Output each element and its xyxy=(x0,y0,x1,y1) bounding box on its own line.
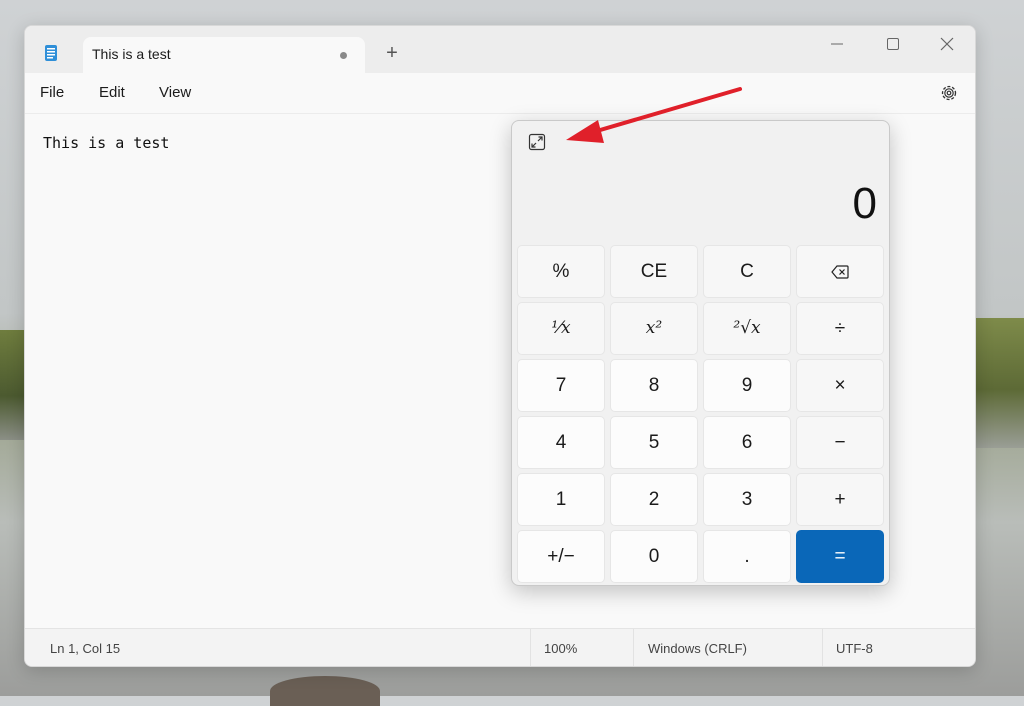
digit-2-button[interactable]: 2 xyxy=(610,473,698,526)
decimal-button[interactable]: . xyxy=(703,530,791,583)
digit-0-button[interactable]: 0 xyxy=(610,530,698,583)
digit-4-button[interactable]: 4 xyxy=(517,416,605,469)
backspace-button[interactable] xyxy=(796,245,884,298)
subtract-button[interactable]: − xyxy=(796,416,884,469)
calculator-display: 0 xyxy=(852,179,877,228)
clear-entry-button[interactable]: CE xyxy=(610,245,698,298)
divide-button[interactable]: ÷ xyxy=(796,302,884,355)
backspace-icon xyxy=(831,265,849,279)
new-tab-button[interactable]: + xyxy=(380,42,404,66)
digit-9-button[interactable]: 9 xyxy=(703,359,791,412)
tab-title: This is a test xyxy=(92,46,171,62)
background-rock xyxy=(270,676,380,706)
status-divider xyxy=(822,629,823,666)
status-divider xyxy=(633,629,634,666)
negate-button[interactable]: +/− xyxy=(517,530,605,583)
title-bar: This is a test + xyxy=(25,26,975,73)
reciprocal-button[interactable]: ¹⁄x xyxy=(517,302,605,355)
gear-icon[interactable] xyxy=(939,83,959,103)
zoom-level: 100% xyxy=(544,641,578,656)
editor-content[interactable]: This is a test xyxy=(43,134,169,152)
clear-button[interactable]: C xyxy=(703,245,791,298)
close-icon[interactable] xyxy=(935,34,959,54)
cursor-position: Ln 1, Col 15 xyxy=(50,641,121,656)
digit-1-button[interactable]: 1 xyxy=(517,473,605,526)
digit-7-button[interactable]: 7 xyxy=(517,359,605,412)
menu-bar: File Edit View xyxy=(25,73,975,113)
notepad-icon xyxy=(45,45,57,61)
tab-document[interactable]: This is a test xyxy=(83,37,365,73)
multiply-button[interactable]: × xyxy=(796,359,884,412)
unsaved-dot-icon[interactable] xyxy=(340,52,347,59)
digit-8-button[interactable]: 8 xyxy=(610,359,698,412)
status-divider xyxy=(530,629,531,666)
percent-button[interactable]: % xyxy=(517,245,605,298)
digit-5-button[interactable]: 5 xyxy=(610,416,698,469)
encoding: UTF-8 xyxy=(836,641,873,656)
digit-3-button[interactable]: 3 xyxy=(703,473,791,526)
square-root-button[interactable]: ²√x xyxy=(703,302,791,355)
menu-view[interactable]: View xyxy=(159,84,191,101)
square-button[interactable]: x² xyxy=(610,302,698,355)
maximize-icon[interactable] xyxy=(881,34,905,54)
status-bar: Ln 1, Col 15 100% Windows (CRLF) UTF-8 xyxy=(25,628,975,666)
expand-icon[interactable] xyxy=(528,133,546,151)
add-button[interactable]: + xyxy=(796,473,884,526)
menu-edit[interactable]: Edit xyxy=(99,84,125,101)
line-ending: Windows (CRLF) xyxy=(648,641,747,656)
calculator-window: 0 % CE C ¹⁄x x² ²√x ÷ 7 8 9 × 4 5 6 − 1 … xyxy=(511,120,890,586)
digit-6-button[interactable]: 6 xyxy=(703,416,791,469)
equals-button[interactable]: = xyxy=(796,530,884,583)
menu-file[interactable]: File xyxy=(40,84,64,101)
minimize-icon[interactable] xyxy=(825,34,849,54)
